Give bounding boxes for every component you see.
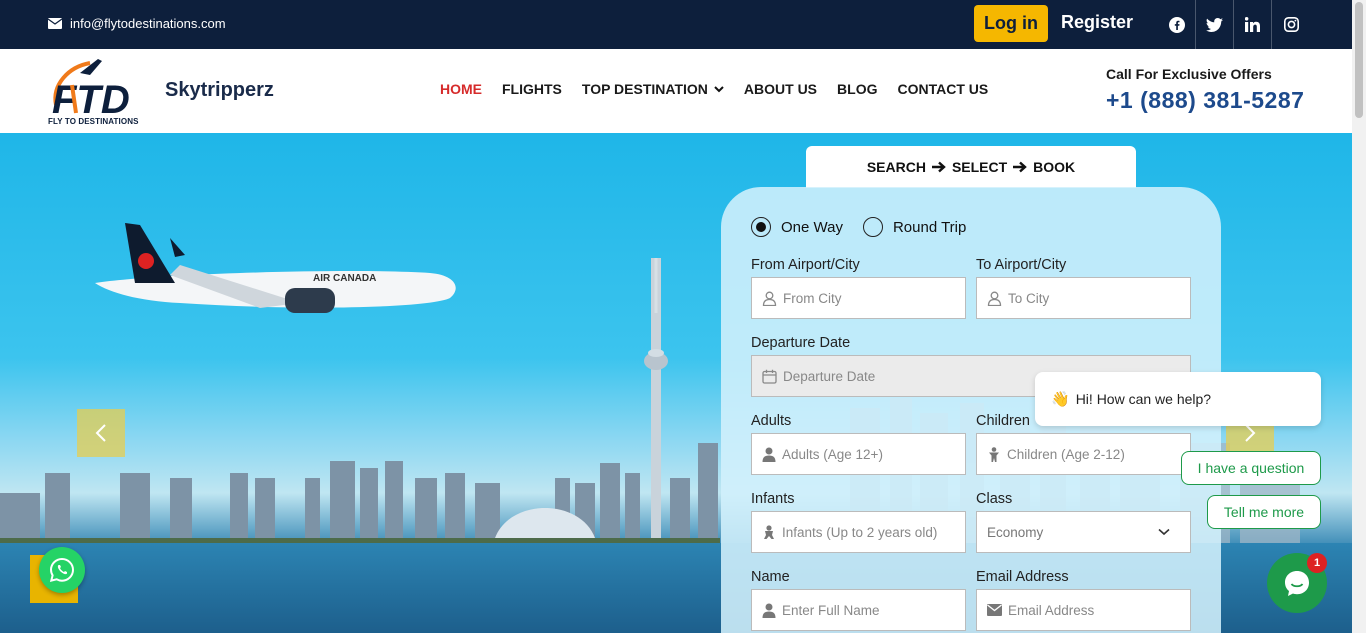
- facebook-icon[interactable]: [1158, 0, 1196, 49]
- arrow-right-icon: [931, 161, 946, 173]
- adults-placeholder: Adults (Age 12+): [782, 446, 883, 462]
- user-outline-icon: [762, 291, 777, 306]
- register-button[interactable]: Register: [1061, 12, 1133, 33]
- infants-input[interactable]: Infants (Up to 2 years old): [751, 511, 966, 553]
- phone-number[interactable]: +1 (888) 381-5287: [1106, 87, 1304, 114]
- chevron-right-icon: [1245, 424, 1256, 442]
- user-icon: [762, 447, 776, 462]
- radio-one-way-label: One Way: [781, 218, 843, 236]
- nav-about-us[interactable]: ABOUT US: [744, 81, 817, 97]
- trip-type-group: One Way Round Trip: [751, 217, 986, 237]
- nav-home[interactable]: HOME: [440, 81, 482, 97]
- class-selected-value: Economy: [987, 524, 1044, 540]
- adults-input[interactable]: Adults (Age 12+): [751, 433, 966, 475]
- arrow-right-icon: [1013, 161, 1027, 173]
- nav-contact-us[interactable]: CONTACT US: [897, 81, 988, 97]
- name-placeholder: Enter Full Name: [782, 602, 880, 618]
- from-label: From Airport/City: [751, 257, 860, 273]
- nav-flights[interactable]: FLIGHTS: [502, 81, 562, 97]
- child-icon: [989, 446, 999, 462]
- chat-option-question[interactable]: I have a question: [1181, 451, 1321, 485]
- chat-option-tell-more[interactable]: Tell me more: [1207, 495, 1321, 529]
- envelope-icon: [48, 18, 62, 29]
- nav-top-destination-label: TOP DESTINATION: [581, 81, 708, 97]
- waving-hand-icon: 👋: [1051, 391, 1070, 408]
- user-outline-icon: [987, 291, 1002, 306]
- to-city-placeholder: To City: [1008, 290, 1050, 306]
- radio-circle: [862, 217, 883, 237]
- class-label: Class: [976, 491, 1013, 507]
- offer-label: Call For Exclusive Offers: [1106, 66, 1272, 82]
- radio-round-trip[interactable]: Round Trip: [862, 217, 967, 237]
- whatsapp-icon: [49, 557, 75, 582]
- name-label: Name: [751, 569, 790, 585]
- whatsapp-button[interactable]: [39, 547, 85, 593]
- radio-circle: [751, 217, 771, 237]
- departure-date-placeholder: Departure Date: [783, 368, 876, 384]
- children-label: Children: [976, 413, 1030, 429]
- step-book: BOOK: [1033, 159, 1076, 175]
- instagram-icon[interactable]: [1272, 0, 1310, 49]
- email-placeholder: Email Address: [1008, 602, 1095, 618]
- user-icon: [762, 603, 776, 618]
- nav-blog[interactable]: BLOG: [837, 81, 877, 97]
- class-select[interactable]: Economy: [976, 511, 1191, 553]
- email-label: Email Address: [976, 569, 1069, 585]
- site-header: FTD FLY TO DESTINATIONS Skytripperz HOME…: [0, 49, 1352, 133]
- chat-notification-badge: 1: [1307, 553, 1327, 573]
- brand-name[interactable]: Skytripperz: [165, 79, 274, 102]
- envelope-icon: [987, 604, 1002, 616]
- infants-label: Infants: [751, 491, 795, 507]
- slider-prev-button[interactable]: [77, 409, 125, 457]
- top-bar: info@flytodestinations.com Log in Regist…: [0, 0, 1352, 49]
- step-search: SEARCH: [866, 159, 926, 175]
- linkedin-icon[interactable]: [1234, 0, 1272, 49]
- chevron-left-icon: [95, 424, 106, 442]
- chat-greeting-bubble[interactable]: 👋 Hi! How can we help?: [1035, 372, 1321, 426]
- chevron-down-icon: [714, 85, 724, 92]
- to-city-input[interactable]: To City: [976, 277, 1191, 319]
- twitter-icon[interactable]: [1196, 0, 1234, 49]
- contact-email[interactable]: info@flytodestinations.com: [48, 16, 226, 31]
- login-button[interactable]: Log in: [974, 5, 1048, 42]
- email-input[interactable]: Email Address: [976, 589, 1191, 631]
- radio-round-trip-label: Round Trip: [892, 218, 967, 236]
- chevron-down-icon: [1158, 528, 1170, 536]
- departure-label: Departure Date: [751, 335, 851, 351]
- step-select: SELECT: [951, 159, 1008, 175]
- nav-top-destination[interactable]: TOP DESTINATION: [582, 81, 724, 97]
- adults-label: Adults: [751, 413, 792, 429]
- calendar-icon: [762, 369, 777, 384]
- baby-icon: [764, 524, 774, 539]
- booking-steps: SEARCH SELECT BOOK: [806, 146, 1136, 188]
- infants-placeholder: Infants (Up to 2 years old): [782, 524, 938, 540]
- plane-image: AIR CANADA: [95, 223, 456, 313]
- from-city-placeholder: From City: [783, 290, 842, 306]
- page-scrollbar[interactable]: [1352, 0, 1366, 633]
- plane-livery-text: AIR CANADA: [313, 273, 376, 284]
- logo-tagline: FLY TO DESTINATIONS: [48, 117, 139, 126]
- radio-one-way[interactable]: One Way: [751, 217, 843, 237]
- to-label: To Airport/City: [976, 257, 1067, 273]
- scrollbar-thumb[interactable]: [1355, 2, 1363, 118]
- social-links: [1158, 0, 1310, 49]
- svg-text:FTD: FTD: [52, 78, 130, 122]
- chat-greeting-text: Hi! How can we help?: [1075, 391, 1212, 407]
- from-city-input[interactable]: From City: [751, 277, 966, 319]
- name-input[interactable]: Enter Full Name: [751, 589, 966, 631]
- children-input[interactable]: Children (Age 2-12): [976, 433, 1191, 475]
- main-nav: HOME FLIGHTS TOP DESTINATION ABOUT US BL…: [440, 81, 1008, 97]
- chat-icon: [1285, 571, 1309, 596]
- children-placeholder: Children (Age 2-12): [1007, 446, 1125, 462]
- email-text: info@flytodestinations.com: [70, 16, 226, 31]
